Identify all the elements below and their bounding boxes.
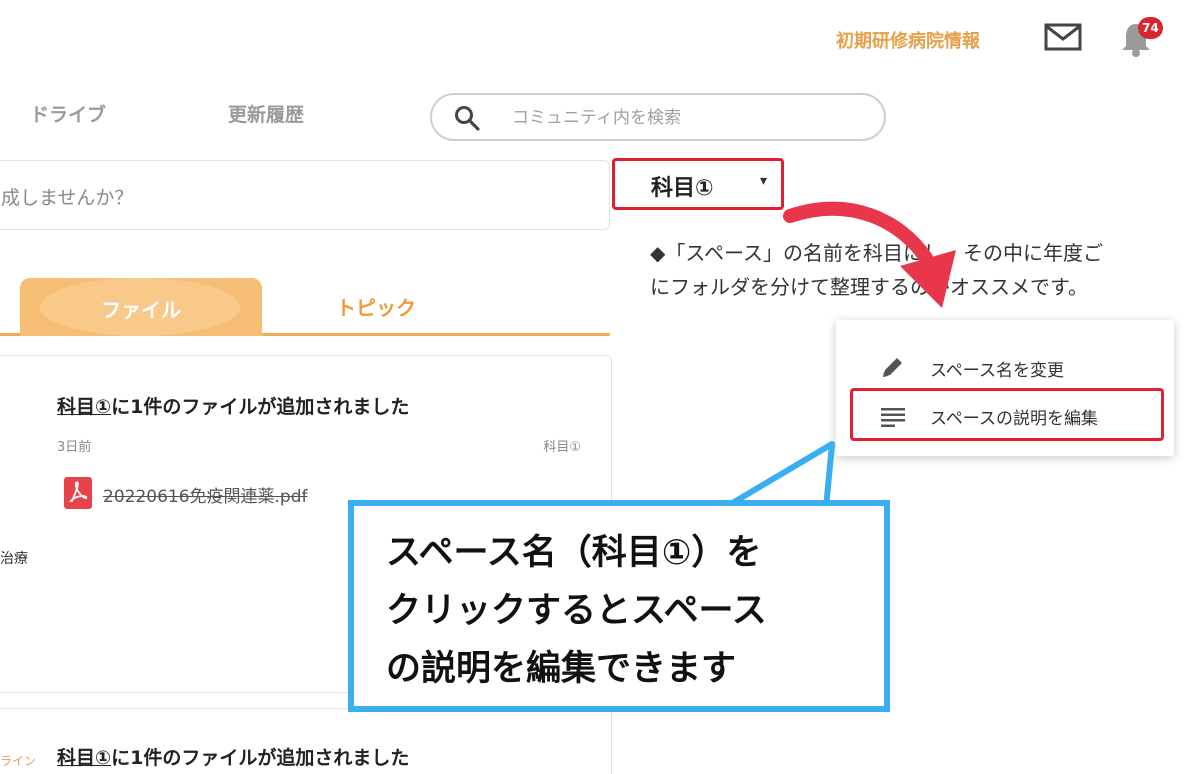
nav-history[interactable]: 更新履歴 — [228, 100, 304, 127]
callout-text: スペース名（科目①）を クリックするとスペース の説明を編集できます — [386, 533, 767, 689]
hospital-info-link[interactable]: 初期研修病院情報 — [836, 27, 980, 53]
file-name[interactable]: 20220616免疫関連薬.pdf — [103, 482, 308, 507]
callout-box: スペース名（科目①）を クリックするとスペース の説明を編集できます — [348, 500, 890, 712]
side-text: ライン — [0, 754, 37, 768]
menu-item-rename[interactable]: スペース名を変更 — [836, 342, 1174, 392]
nav-drive[interactable]: ドライブ — [30, 100, 106, 127]
post-box-placeholder: 成しませんか？ — [1, 187, 134, 209]
caret-down-icon: ▾ — [760, 173, 768, 189]
search-box[interactable] — [430, 93, 886, 141]
pencil-icon — [883, 358, 902, 377]
tab-bar: ファイル トピック — [0, 278, 610, 336]
space-title: 科目① — [651, 176, 714, 201]
mail-icon[interactable] — [1044, 23, 1082, 51]
side-text: 治療 — [0, 551, 28, 567]
post-box[interactable]: 成しませんか？ — [0, 160, 610, 230]
search-icon — [455, 106, 480, 131]
feed-space-label[interactable]: 科目① — [543, 436, 581, 455]
tab-file[interactable]: ファイル — [20, 278, 262, 336]
search-input[interactable] — [512, 105, 852, 131]
feed-card: 科目①に1件のファイルが追加されました — [0, 708, 612, 774]
space-link[interactable]: 科目① — [57, 747, 111, 769]
feed-time: 3日前 — [57, 440, 92, 455]
feed-title: 科目①に1件のファイルが追加されました — [57, 747, 410, 769]
red-arrow-annotation — [783, 201, 956, 308]
notification-badge: 74 — [1138, 17, 1163, 39]
menu-item-label: スペース名を変更 — [930, 361, 1064, 381]
space-link[interactable]: 科目① — [57, 396, 111, 418]
feed-title: 科目①に1件のファイルが追加されました — [57, 396, 410, 418]
space-menu-dropdown: スペース名を変更 スペースの説明を編集 — [836, 320, 1174, 456]
pdf-icon — [64, 477, 92, 509]
tab-file-label: ファイル — [101, 298, 181, 322]
space-title-button[interactable]: 科目① ▾ — [612, 158, 784, 210]
tab-topic[interactable]: トピック — [336, 292, 416, 321]
highlight-frame — [850, 388, 1164, 441]
